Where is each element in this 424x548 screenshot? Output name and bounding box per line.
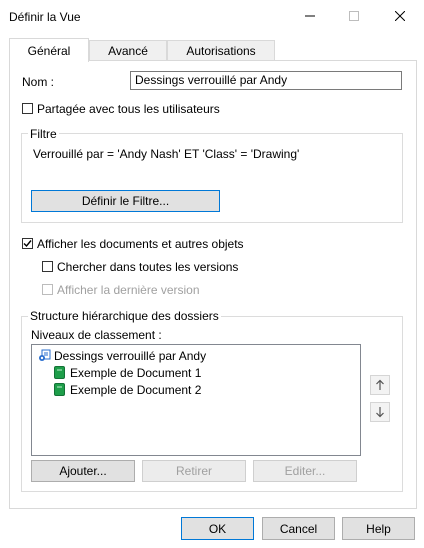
tree-root-item[interactable]: Dessings verrouillé par Andy [38,347,206,364]
checkmark-icon [23,240,32,248]
tab-advanced[interactable]: Avancé [89,40,167,61]
show-documents-checkbox[interactable] [22,238,33,249]
filter-title: Filtre [28,127,59,141]
move-down-button[interactable] [370,402,390,422]
levels-tree[interactable]: Dessings verrouillé par Andy Exemple de … [31,344,361,456]
show-documents-label: Afficher les documents et autres objets [37,237,244,251]
search-all-versions-label: Chercher dans toutes les versions [57,260,239,274]
arrow-up-icon [376,379,384,390]
show-last-version-label: Afficher la dernière version [57,283,200,297]
minimize-icon [305,15,315,17]
close-icon [395,11,405,21]
cancel-button[interactable]: Cancel [262,517,335,540]
search-all-versions-checkbox[interactable] [42,261,53,272]
levels-label: Niveaux de classement : [31,328,162,342]
filter-expression: Verrouillé par = 'Andy Nash' ET 'Class' … [33,147,300,161]
arrow-down-icon [376,407,384,418]
document-icon [54,383,67,396]
define-filter-button[interactable]: Définir le Filtre... [31,190,220,212]
shared-label: Partagée avec tous les utilisateurs [37,102,220,116]
maximize-icon [349,11,359,21]
minimize-button[interactable] [288,2,332,30]
tab-permissions[interactable]: Autorisations [167,40,275,61]
folder-structure-title: Structure hiérarchique des dossiers [28,309,221,323]
tree-child-label: Exemple de Document 2 [70,382,202,397]
shared-checkbox[interactable] [22,103,33,114]
close-button[interactable] [378,2,422,30]
maximize-button[interactable] [332,2,376,30]
help-button[interactable]: Help [342,517,415,540]
name-label: Nom : [22,75,55,89]
add-level-button[interactable]: Ajouter... [31,460,135,482]
tree-child-item[interactable]: Exemple de Document 1 [54,364,201,381]
view-icon [38,349,51,362]
edit-level-button[interactable]: Editer... [253,460,357,482]
ok-button[interactable]: OK [181,517,254,540]
name-input[interactable]: Dessings verrouillé par Andy [130,71,402,90]
tab-general[interactable]: Général [9,38,89,62]
tree-root-label: Dessings verrouillé par Andy [54,348,207,363]
tree-child-item[interactable]: Exemple de Document 2 [54,381,201,398]
tree-child-label: Exemple de Document 1 [70,365,202,380]
remove-level-button[interactable]: Retirer [142,460,246,482]
document-icon [54,366,67,379]
move-up-button[interactable] [370,375,390,395]
show-last-version-checkbox[interactable] [42,284,53,295]
window-title: Définir la Vue [9,10,81,24]
